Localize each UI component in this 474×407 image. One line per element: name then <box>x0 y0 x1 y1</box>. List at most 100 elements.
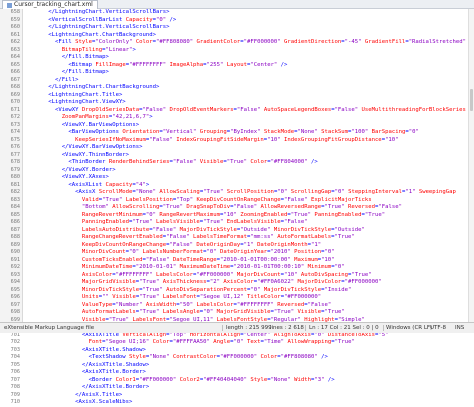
code-line[interactable]: <AxisX ScrollMode="None" AllowScaling="T… <box>28 189 474 197</box>
xml-value: "True" <box>324 309 345 315</box>
xml-attribute: MinorDivCount <box>81 249 126 255</box>
code-line[interactable]: <LightningChart.ViewXY> <box>28 99 474 107</box>
xml-attribute: Units <box>81 294 99 300</box>
code-line[interactable]: <ViewXY DropOldSeriesData="False" DropOl… <box>28 107 474 115</box>
xml-tag: <AxisXList <box>68 181 106 188</box>
xml-value: "2010-01-01T00:00:10" <box>233 264 305 270</box>
xml-attribute: BitmapTiling <box>61 46 103 53</box>
code-editor[interactable]: 658 659 660 661 662 663 664 665 666 667 668 669 670 6… <box>0 9 474 405</box>
xml-value: "#FFFFFFFF" <box>129 61 167 68</box>
code-line[interactable]: <VerticalScrollBarList Capacity="0" /> <box>28 17 474 25</box>
code-line[interactable]: <Bitmap FillImage="#FFFFFFFF" ImageAlpha… <box>28 62 474 70</box>
line-number: 691 <box>10 256 20 263</box>
xml-attribute: RangeRevertMinimum <box>81 211 143 218</box>
xml-value: "Segoe UI,12" <box>199 294 244 300</box>
code-line[interactable]: </AxisX.Title> <box>28 392 474 400</box>
code-line[interactable]: RangeRevertMinimum="0" RangeRevertMaximu… <box>28 212 474 220</box>
code-line[interactable]: CustomTicksEnabled="False" DateTimeRange… <box>28 257 474 265</box>
xml-value: "3" <box>314 376 325 383</box>
line-number: 663 <box>10 46 20 53</box>
code-area[interactable]: </LightningChart.VerticalScrollBars> <Ve… <box>28 9 474 405</box>
code-line[interactable]: Valid="True" LabelsPosition="Top" KeepDi… <box>28 197 474 205</box>
status-divider <box>305 325 306 331</box>
line-number: 688 <box>10 234 20 240</box>
code-line[interactable]: MinorDivTickStyle="True" AutoDivSeparati… <box>28 287 474 295</box>
code-line[interactable]: </ViewXY.Border> <box>28 167 474 175</box>
xml-value: "False" <box>149 136 173 143</box>
code-line[interactable]: MinorDivCount="0" LabelsNumberFormat="0"… <box>28 249 474 257</box>
code-line[interactable]: <TextShadow Style="None" ContrastColor="… <box>28 354 474 362</box>
code-line[interactable]: ValueType="Number" AxisWidth="50" Labels… <box>28 302 474 310</box>
code-line[interactable]: <AxisXList Capacity="4"> <box>28 182 474 190</box>
line-number: 661 <box>10 31 20 38</box>
code-line[interactable]: MajorGridVisible="True" AxisThickness="2… <box>28 279 474 287</box>
xml-attribute: SweepingGap <box>418 189 456 195</box>
xml-tag: <Fill <box>54 39 76 45</box>
code-line[interactable]: </LightningChart.VerticalScrollBars> <box>28 9 474 17</box>
xml-value: "False" <box>142 106 167 113</box>
xml-attribute: Visible <box>112 294 136 300</box>
xml-value: "None" <box>297 129 318 135</box>
vertical-scrollbar[interactable] <box>468 9 474 322</box>
code-line[interactable]: AxisColor="#FFFFFFFF" LabelsColor="#FF00… <box>28 272 474 280</box>
code-line[interactable]: <ViewXY.BarViewOptions> <box>28 122 474 130</box>
code-line[interactable]: <Fill Style="ColorOnly" Color="#FF808080… <box>28 39 474 47</box>
code-line[interactable]: PanningEnabled="True" LabelsVisible="Tru… <box>28 219 474 227</box>
code-line[interactable]: MinimumDateTime="2010-01-01" MaximumDate… <box>28 264 474 272</box>
code-line[interactable]: </AxisXTitle.Shadow> <box>28 362 474 370</box>
code-line[interactable]: <Border Color1="#FF000000" Color2="#FF40… <box>28 377 474 385</box>
file-tab[interactable]: Cursor_tracking_chart.xml <box>2 0 98 9</box>
scrollbar-thumb[interactable] <box>470 89 473 111</box>
code-line[interactable]: <LightningChart.ChartBackground> <box>28 32 474 40</box>
xml-tag: </ViewXY.Border> <box>61 166 116 173</box>
code-line[interactable]: <ThinBorder RenderBehindSeries="False" V… <box>28 159 474 167</box>
xml-tag: <Border <box>88 376 116 383</box>
code-line[interactable]: </AxisXTitle.Border> <box>28 384 474 392</box>
code-line[interactable]: LabelsAutoDistribute="False" MajorDivTic… <box>28 227 474 235</box>
status-encoding: UTF-8 <box>430 325 447 331</box>
code-line[interactable]: ZoomPanMargins="42,21,6,7"> <box>28 114 474 122</box>
code-line[interactable]: </Fill> <box>28 77 474 85</box>
xml-attribute: MajorGridVisible <box>81 279 136 285</box>
code-line[interactable]: Font="Segoe UI;16" Color="#FFFFAA50" Ang… <box>28 339 474 347</box>
xml-tag: <LightningChart.ViewXY> <box>48 99 126 105</box>
xml-attribute: KeepDivCountOnRangeChange <box>196 196 281 203</box>
code-line[interactable]: <ViewXY.XAxes> <box>28 174 474 182</box>
code-line[interactable]: <LightningChart.Title> <box>28 92 474 100</box>
code-line[interactable]: </LightningChart.VerticalScrollBars> <box>28 24 474 32</box>
code-line[interactable]: <AxisXTitle.Shadow> <box>28 347 474 355</box>
line-number: 708 <box>10 384 20 390</box>
code-line[interactable]: "Bottom" AllowScrolling="True" DragSnapT… <box>28 204 474 212</box>
line-number: 674 <box>10 129 20 135</box>
xml-attribute: Color <box>250 159 268 165</box>
code-line[interactable]: AutoFormatLabels="True" LabelsAngle="0" … <box>28 309 474 317</box>
xml-attribute: GradientColor <box>196 39 241 45</box>
code-line[interactable]: </Fill.Bitmap> <box>28 69 474 77</box>
code-line[interactable]: KeepSeriesIfNoMaximum="False" IndexGroup… <box>28 137 474 145</box>
code-line[interactable]: <ViewXY.ThinnBorder> <box>28 152 474 160</box>
code-line[interactable]: KeepDivCountOnRangeChange="False" DateOr… <box>28 242 474 250</box>
code-line[interactable]: <BarViewOptions Orientation="Vertical" G… <box>28 129 474 137</box>
code-line[interactable]: <AxisX.ScaleNibs> <box>28 399 474 407</box>
xml-attribute: Position <box>294 249 322 255</box>
code-line[interactable]: BitmapTiling="Linear"> <box>28 47 474 55</box>
code-line[interactable]: </LightningChart.ChartBackground> <box>28 84 474 92</box>
xml-value: "2010-01-01T00:00:00" <box>220 256 291 263</box>
code-line[interactable]: RangeChangeRevertEnabled="False" LabelsT… <box>28 234 474 242</box>
status-bar: eXtensible Markup Language file length :… <box>0 322 474 333</box>
code-line[interactable]: <AxisXTitle.Border> <box>28 369 474 377</box>
code-line[interactable]: Units="" Visible="True" LabelsFont="Sego… <box>28 294 474 302</box>
code-line[interactable]: </Fill.Bitmap> <box>28 54 474 62</box>
code-line[interactable]: </ViewXY.BarViewOptions> <box>28 144 474 152</box>
xml-attribute: Text <box>246 339 261 345</box>
xml-value: "42,21,6,7" <box>112 114 150 120</box>
xml-value: "ColorOnly" <box>95 39 133 45</box>
